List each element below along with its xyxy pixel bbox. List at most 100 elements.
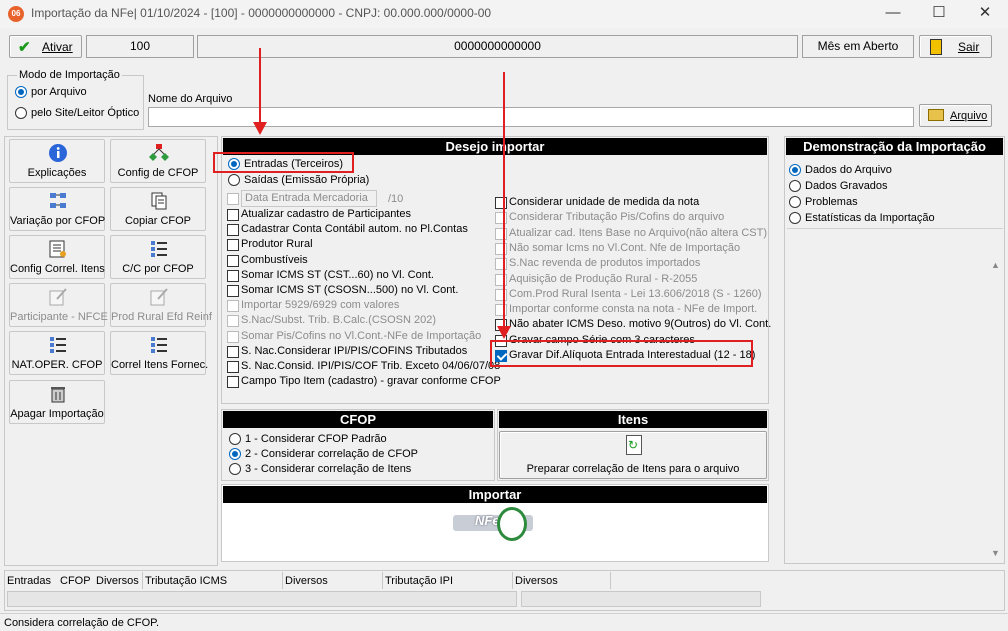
checkbox-aquisicao-de-producao-rural-r-2055[interactable] (495, 273, 507, 286)
checkbox-atualizar-cadastro-de-participantes[interactable] (227, 209, 239, 221)
demonstracao-scrollbar[interactable]: ▲ ▼ (987, 258, 1003, 562)
checkbox-s-nac-considerar-ipi-pis-cofins-tributad[interactable] (227, 345, 239, 358)
cnpj-field: 0000000000000 (197, 35, 798, 58)
demo-radio-dados-gravados[interactable] (789, 180, 801, 192)
checkbox-label: Com.Prod Rural Isenta - Lei 13.606/2018 … (509, 287, 762, 300)
tile-config-correl-itens[interactable]: Config Correl. Itens (9, 235, 105, 279)
minimize-button[interactable]: — (870, 0, 916, 28)
saidas-radio[interactable] (228, 174, 240, 186)
checkbox-label: S.Nac/Subst. Trib. B.Calc.(CSOSN 202) (241, 314, 437, 327)
checkbox-label: S.Nac revenda de produtos importados (509, 257, 701, 270)
demo-radio-dados-do-arquivo[interactable] (789, 164, 801, 176)
cfop-option-1-radio[interactable] (229, 433, 241, 445)
importar-button[interactable]: NFe (453, 507, 533, 549)
scroll-down-icon[interactable]: ▼ (991, 548, 1000, 558)
checkbox-label: Não somar Icms no Vl.Cont. Nfe de Import… (509, 241, 741, 254)
checkbox-label: Importar 5929/6929 com valores (241, 299, 400, 312)
window-title: Importação da NFe| 01/10/2024 - [100] - … (31, 6, 492, 20)
cfop-option-3-radio[interactable] (229, 463, 241, 475)
ativar-button[interactable]: ✔ Ativar (9, 35, 82, 58)
checkbox-label: Produtor Rural (241, 238, 313, 251)
trash-icon (48, 384, 68, 404)
close-button[interactable]: ✕ (962, 0, 1008, 28)
preparar-correlacao-button[interactable]: ↻ Preparar correlação de Itens para o ar… (499, 431, 767, 479)
scroll-up-icon[interactable]: ▲ (991, 260, 1000, 270)
check-icon: ✔ (18, 39, 31, 56)
importar-title: Importar (223, 486, 767, 503)
grid-column-separator (610, 572, 611, 589)
info-icon (48, 143, 68, 163)
tile-label: Apagar Importação (10, 408, 104, 420)
demo-label-dados-do-arquivo: Dados do Arquivo (805, 164, 892, 176)
checkbox-atualizar-cad-itens-base-no-arquivo-nao-[interactable] (495, 227, 507, 240)
tile-nat-oper-cfop[interactable]: NAT.OPER. CFOP (9, 331, 105, 375)
tile-config-de-cfop[interactable]: Config de CFOP (110, 139, 206, 183)
tile-prod-rural-efd-reinf[interactable]: Prod Rural Efd Reinf (110, 283, 212, 327)
tile-copiar-cfop[interactable]: Copiar CFOP (110, 187, 206, 231)
demo-radio-estatisticas-da-importacao[interactable] (789, 212, 801, 224)
checkbox-s-nac-revenda-de-produtos-importados[interactable] (495, 258, 507, 271)
summary-bar-left (7, 591, 517, 607)
status-bar: Considera correlação de CFOP. (0, 613, 1008, 631)
checkbox-campo-tipo-item-cadastro-gravar-conforme[interactable] (227, 376, 239, 389)
door-exit-icon (930, 39, 942, 55)
checkbox-importar-5929-6929-com-valores[interactable] (227, 300, 239, 313)
checkbox-somar-icms-st-csosn-500-no-vl-cont[interactable] (227, 285, 239, 297)
tile-apagar-importacao[interactable]: Apagar Importação (9, 380, 105, 424)
tile-correl-itens-fornec[interactable]: Correl Itens Fornec. (110, 331, 208, 375)
cfop-title: CFOP (223, 411, 493, 428)
grid-col-diversos: Diversos (285, 575, 328, 587)
pelo-site-label: pelo Site/Leitor Óptico (31, 107, 140, 119)
demonstracao-title: Demonstração da Importação (786, 138, 1003, 155)
checkbox-produtor-rural[interactable] (227, 239, 239, 252)
grid-icon (48, 191, 68, 211)
checkbox-com-prod-rural-isenta-lei-13-606-2018-s-[interactable] (495, 288, 507, 301)
maximize-button[interactable]: ☐ (916, 0, 962, 28)
tile-label: Config de CFOP (117, 167, 199, 179)
por-arquivo-label: por Arquivo (31, 86, 87, 98)
edit-icon (48, 287, 68, 307)
demo-label-estatisticas-da-importacao: Estatísticas da Importação (805, 212, 935, 224)
tile-variacao-por-cfop[interactable]: Variação por CFOP (9, 187, 105, 231)
checkbox-considerar-tributacao-pis-cofins-do-arqu[interactable] (495, 212, 507, 225)
cfop-option-2-radio[interactable] (229, 448, 241, 460)
annotation-arrow-2-line (503, 72, 505, 328)
tile-label: NAT.OPER. CFOP (11, 359, 103, 371)
tile-label: C/C por CFOP (122, 263, 194, 275)
checkbox-label: Atualizar cad. Itens Base no Arquivo(não… (509, 226, 768, 239)
nfe-logo-circle (497, 507, 527, 541)
checkbox-cadastrar-conta-contabil-autom-no-pl-con[interactable] (227, 224, 239, 237)
grid-col-cfop: CFOP (60, 575, 91, 587)
checkbox-considerar-unidade-de-medida-da-nota[interactable] (495, 197, 507, 209)
checkbox-s-nac-subst-trib-b-calc-csosn-202[interactable] (227, 315, 239, 328)
tile-label: Variação por CFOP (10, 215, 106, 227)
data-entrada-checkbox[interactable] (227, 193, 239, 205)
sair-button[interactable]: Sair (919, 35, 992, 58)
tile-c-c-por-cfop[interactable]: C/C por CFOP (110, 235, 206, 279)
grid-col-diversos: Diversos (515, 575, 558, 587)
saidas-label: Saídas (Emissão Própria) (244, 174, 370, 186)
pelo-site-radio[interactable] (15, 107, 27, 119)
checkbox-nao-somar-icms-no-vl-cont-nfe-de-importa[interactable] (495, 242, 507, 255)
cfop-option-2-label: 2 - Considerar correlação de CFOP (245, 448, 419, 460)
checkbox-somar-pis-cofins-no-vl-cont-nfe-de-impor[interactable] (227, 330, 239, 343)
nome-arquivo-label: Nome do Arquivo (148, 93, 233, 105)
tile-participante-nfce[interactable]: Participante - NFCE (9, 283, 108, 327)
status-text: Considera correlação de CFOP. (4, 617, 160, 629)
tile-explicacoes[interactable]: Explicações (9, 139, 105, 183)
checkbox-somar-icms-st-cst-60-no-vl-cont[interactable] (227, 269, 239, 282)
grid-col-tributacao-icms: Tributação ICMS (145, 575, 228, 587)
copy-icon (149, 191, 169, 211)
demo-radio-problemas[interactable] (789, 196, 801, 208)
sair-label: Sair (958, 40, 980, 54)
company-code-field: 100 (86, 35, 194, 58)
list-icon (149, 335, 169, 355)
checkbox-combustiveis[interactable] (227, 254, 239, 267)
data-entrada-field[interactable]: Data Entrada Mercadoria (241, 190, 377, 207)
por-arquivo-radio[interactable] (15, 86, 27, 98)
checkbox-importar-conforme-consta-na-nota-nfe-de-[interactable] (495, 304, 507, 317)
list-icon (48, 335, 68, 355)
arquivo-button[interactable]: Arquivo (919, 104, 992, 127)
checkbox-s-nac-consid-ipi-pis-cof-trib-exceto-04-[interactable] (227, 361, 239, 373)
checkbox-label: Considerar unidade de medida da nota (509, 196, 700, 208)
